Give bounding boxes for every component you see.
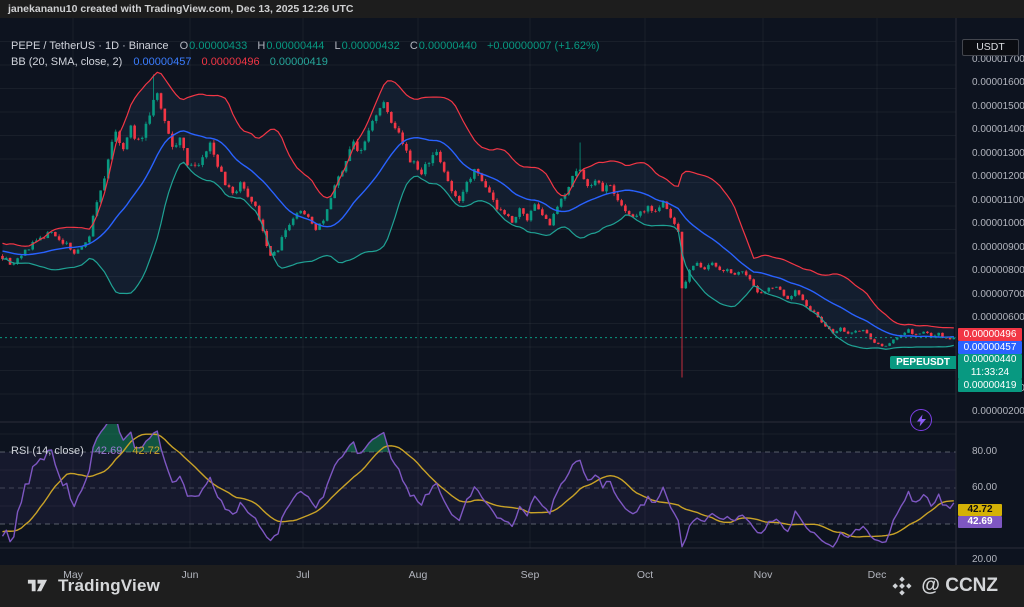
rsi-tick-label: 20.00 bbox=[972, 554, 997, 565]
diamond-logo-icon bbox=[891, 575, 913, 597]
price-tick-label: 0.00000800 bbox=[972, 265, 1024, 276]
lightning-icon bbox=[916, 414, 927, 427]
bb-upper-price-label: 0.00000496 bbox=[958, 328, 1022, 341]
watermark: @ CCNZ bbox=[891, 575, 998, 597]
bb-lower-price-label: 0.00000419 bbox=[958, 379, 1022, 392]
bar-countdown: 11:33:24 bbox=[958, 367, 1022, 380]
price-tick-label: 0.00000600 bbox=[972, 312, 1024, 323]
watermark-text: @ CCNZ bbox=[921, 575, 998, 597]
symbol-price-tag: PEPEUSDT bbox=[890, 356, 956, 369]
rsi-tick-label: 60.00 bbox=[972, 482, 997, 493]
chart-container: PEPE / TetherUS · 1D · Binance O0.000004… bbox=[0, 18, 1024, 565]
month-label-jun: Jun bbox=[182, 569, 199, 581]
price-tick-label: 0.00000200 bbox=[972, 406, 1024, 417]
month-label-aug: Aug bbox=[409, 569, 428, 581]
rsi-tick-label: 80.00 bbox=[972, 446, 997, 457]
price-tick-label: 0.00001600 bbox=[972, 77, 1024, 88]
bb-basis-price-label: 0.00000457 bbox=[958, 341, 1022, 354]
tradingview-brand[interactable]: TradingView bbox=[26, 575, 160, 598]
lightning-trade-button[interactable] bbox=[910, 409, 932, 431]
attribution-text: janekananu10 created with TradingView.co… bbox=[8, 3, 353, 15]
top-status-bar: janekananu10 created with TradingView.co… bbox=[0, 0, 1024, 18]
rsi-axis-label: 42.69 bbox=[958, 516, 1002, 528]
price-tick-label: 0.00001200 bbox=[972, 171, 1024, 182]
month-label-jul: Jul bbox=[296, 569, 309, 581]
price-tick-label: 0.00001000 bbox=[972, 218, 1024, 229]
month-label-dec: Dec bbox=[868, 569, 887, 581]
price-chart-canvas[interactable] bbox=[0, 18, 1024, 565]
price-tick-label: 0.00001300 bbox=[972, 148, 1024, 159]
price-tick-label: 0.00001100 bbox=[972, 195, 1024, 206]
tradingview-logo-icon bbox=[26, 575, 49, 598]
last-price-value: 0.00000440 bbox=[958, 354, 1022, 367]
month-label-oct: Oct bbox=[637, 569, 653, 581]
rsi-ma-axis-label: 42.72 bbox=[958, 504, 1002, 516]
month-label-may: May bbox=[63, 569, 83, 581]
price-tick-label: 0.00000700 bbox=[972, 289, 1024, 300]
month-label-nov: Nov bbox=[754, 569, 773, 581]
price-tick-label: 0.00001500 bbox=[972, 101, 1024, 112]
price-tick-label: 0.00000900 bbox=[972, 242, 1024, 253]
month-label-sep: Sep bbox=[521, 569, 540, 581]
price-tick-label: 0.00001400 bbox=[972, 124, 1024, 135]
last-price-label: 0.00000440 11:33:24 bbox=[958, 354, 1022, 379]
currency-toggle-button[interactable]: USDT bbox=[962, 39, 1019, 56]
